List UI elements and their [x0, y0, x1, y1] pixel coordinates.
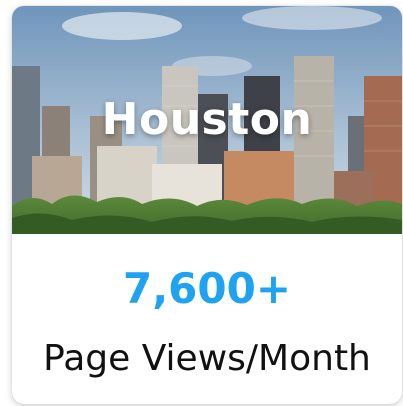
page-views-value: 7,600+ — [122, 264, 292, 313]
city-name: Houston — [101, 94, 313, 145]
city-skyline-image: Houston — [12, 6, 402, 234]
page-views-label: Page Views/Month — [43, 338, 371, 379]
city-stat-card[interactable]: Houston 7,600+ Page Views/Month — [12, 6, 402, 404]
